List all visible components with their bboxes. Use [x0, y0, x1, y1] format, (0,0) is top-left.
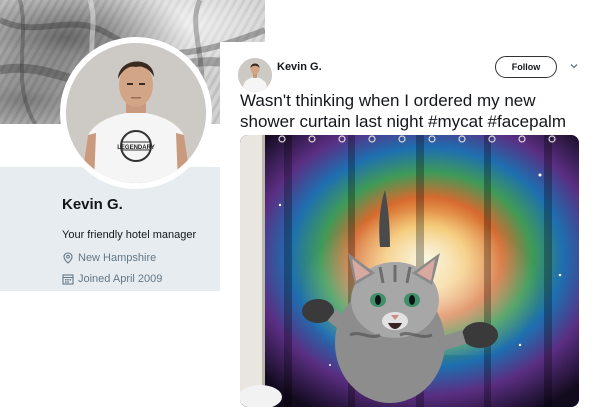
tweet-author-avatar[interactable] [238, 58, 272, 92]
profile-name: Kevin G. [62, 196, 123, 213]
profile-avatar-ring: LEGENDARY [60, 37, 212, 189]
profile-avatar[interactable]: LEGENDARY [66, 43, 206, 183]
profile-joined: Joined April 2009 [62, 273, 162, 285]
location-label: New Hampshire [78, 252, 157, 264]
tweet-text: Wasn't thinking when I ordered my new sh… [240, 91, 566, 131]
calendar-icon [62, 274, 74, 285]
joined-label: Joined April 2009 [78, 273, 163, 285]
tweet-photo[interactable] [240, 135, 579, 407]
shirt-logo-text: LEGENDARY [117, 145, 154, 151]
map-pin-icon [63, 252, 73, 264]
profile-location: New Hampshire [62, 252, 156, 264]
profile-photo-image: LEGENDARY [66, 43, 206, 183]
chevron-down-icon[interactable] [568, 60, 580, 72]
tweet-card: Kevin G. Follow Wasn't thinking when I o… [220, 42, 600, 419]
follow-button[interactable]: Follow [495, 56, 557, 78]
shower-curtain-cat-image [240, 135, 579, 407]
tweet-avatar-image [238, 58, 272, 92]
profile-bio: Your friendly hotel manager [62, 229, 197, 241]
tweet-author-name[interactable]: Kevin G. [277, 61, 322, 73]
